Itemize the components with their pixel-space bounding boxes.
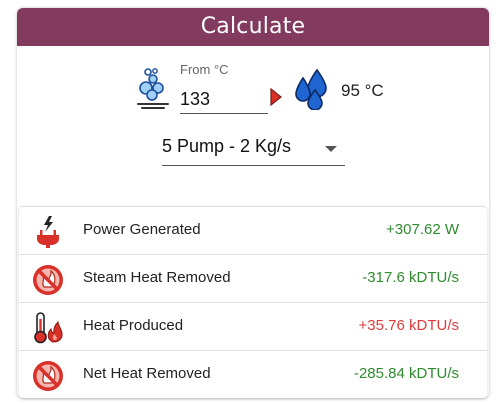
chevron-down-icon[interactable] (325, 146, 337, 152)
from-temperature-input[interactable] (180, 80, 268, 114)
calculator-card: Calculate From °C 95 °C 5 Pump - 2 Kg/s (17, 8, 489, 398)
header-title: Calculate (200, 14, 306, 39)
pump-select[interactable]: 5 Pump - 2 Kg/s (162, 130, 345, 166)
steam-heat-removed-value: -317.6 kDTU/s (362, 269, 459, 286)
pump-select-value: 5 Pump - 2 Kg/s (162, 136, 292, 156)
power-generated-label: Power Generated (83, 221, 201, 238)
list-item-net-heat-removed: Net Heat Removed -285.84 kDTU/s (19, 351, 487, 399)
list-item-heat-produced: Heat Produced +35.76 kDTU/s (19, 303, 487, 351)
net-heat-removed-value: -285.84 kDTU/s (353, 365, 459, 382)
thermometer-flame-icon (34, 312, 63, 344)
from-label: From °C (180, 62, 229, 77)
net-heat-removed-label: Net Heat Removed (83, 365, 211, 382)
list-item-power-generated: Power Generated +307.62 W (19, 207, 487, 255)
steam-heat-removed-label: Steam Heat Removed (83, 269, 231, 286)
heat-produced-label: Heat Produced (83, 317, 184, 334)
temperature-calculator: From °C 95 °C (17, 58, 489, 128)
no-heat-icon (33, 361, 63, 391)
to-temperature-value: 95 °C (341, 81, 384, 100)
results-list: Power Generated +307.62 W Steam Heat Rem… (19, 206, 487, 398)
heat-produced-value: +35.76 kDTU/s (358, 317, 459, 334)
list-item-steam-heat-removed: Steam Heat Removed -317.6 kDTU/s (19, 255, 487, 303)
no-heat-icon (33, 265, 63, 295)
card-header: Calculate (17, 8, 489, 46)
steam-icon (137, 68, 169, 109)
water-drops-icon (295, 68, 327, 110)
power-plug-icon (37, 216, 59, 248)
power-generated-value: +307.62 W (386, 221, 459, 238)
arrow-right-icon (270, 88, 282, 106)
